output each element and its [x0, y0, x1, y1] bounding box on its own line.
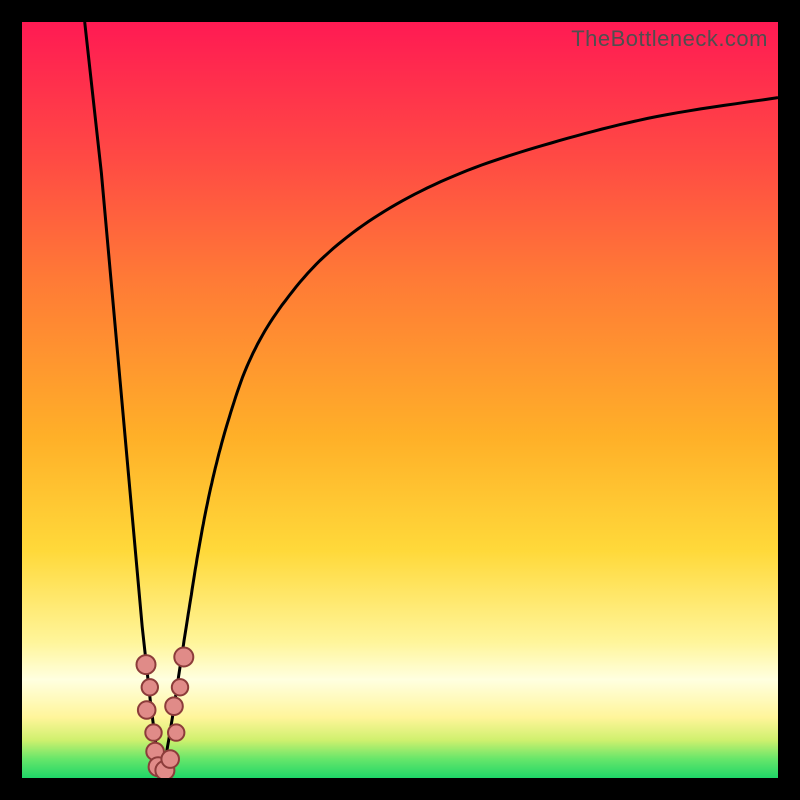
data-marker	[165, 697, 183, 715]
data-marker	[161, 750, 179, 768]
data-marker	[172, 679, 188, 695]
data-marker	[168, 724, 184, 740]
marker-group	[137, 648, 194, 779]
chart-frame: TheBottleneck.com	[0, 0, 800, 800]
data-marker	[145, 724, 161, 740]
data-marker	[174, 648, 193, 667]
data-marker	[138, 701, 156, 719]
curve-right	[162, 98, 778, 778]
data-marker	[142, 679, 158, 695]
plot-area: TheBottleneck.com	[22, 22, 778, 778]
data-marker	[137, 655, 156, 674]
chart-overlay	[22, 22, 778, 778]
